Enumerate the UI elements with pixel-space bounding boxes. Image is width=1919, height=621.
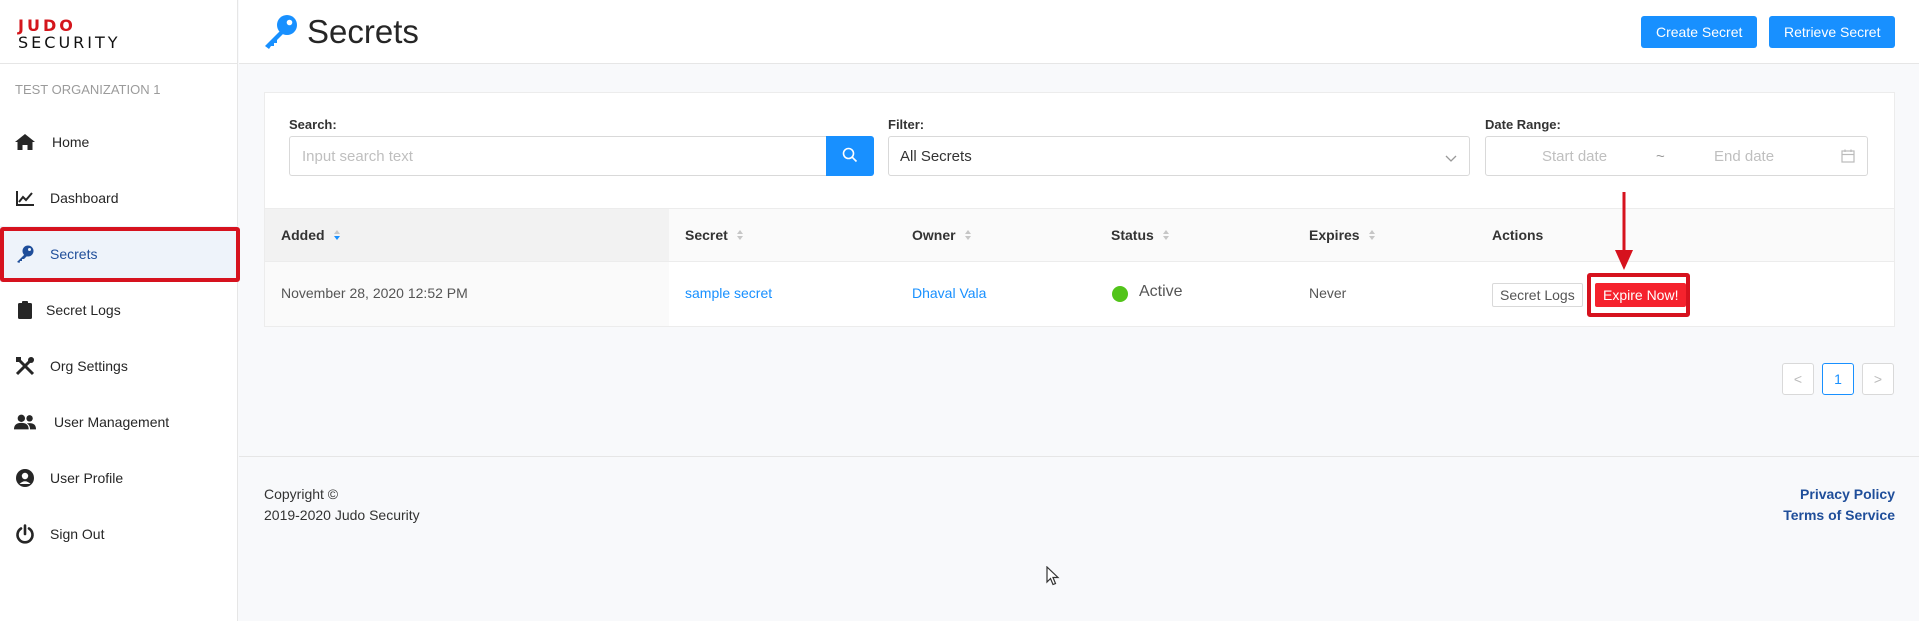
column-header-label: Actions — [1492, 227, 1544, 243]
sidebar-item-label: Org Settings — [50, 358, 128, 374]
expire-highlight-annotation — [1587, 273, 1690, 317]
key-icon — [263, 14, 299, 55]
start-date-input[interactable]: Start date — [1542, 148, 1607, 165]
copyright-text: Copyright © 2019-2020 Judo Security — [264, 484, 420, 526]
sidebar-item-user-management[interactable]: User Management — [0, 394, 238, 450]
table-header: Added Secret Owner Status Expires Action… — [265, 208, 1894, 262]
annotation-arrow-icon — [1615, 192, 1633, 270]
retrieve-secret-button[interactable]: Retrieve Secret — [1769, 16, 1896, 48]
chevron-down-icon — [1445, 151, 1457, 168]
sidebar-item-label: Home — [52, 134, 90, 150]
sidebar-item-sign-out[interactable]: Sign Out — [0, 506, 238, 562]
column-header-label: Expires — [1309, 227, 1360, 243]
chart-line-icon — [14, 187, 36, 209]
filter-label: Filter: — [888, 117, 925, 132]
sidebar-item-label: Sign Out — [50, 526, 105, 542]
status-text: Active — [1139, 283, 1183, 300]
footer-links: Privacy Policy Terms of Service — [1783, 484, 1895, 526]
sidebar-item-label: User Management — [54, 414, 170, 430]
column-header-owner[interactable]: Owner — [912, 227, 972, 243]
cell-added: November 28, 2020 12:52 PM — [281, 285, 468, 301]
copyright-line: Copyright © — [264, 486, 339, 502]
copyright-years: 2019-2020 Judo Security — [264, 507, 420, 523]
column-header-actions: Actions — [1492, 227, 1543, 243]
sidebar-item-secret-logs[interactable]: Secret Logs — [0, 282, 238, 338]
filter-select-value: All Secrets — [900, 147, 972, 165]
sidebar-item-home[interactable]: Home — [0, 114, 238, 170]
search-input[interactable] — [289, 136, 827, 176]
sidebar: JUDO SECURITY TEST ORGANIZATION 1 Home D… — [0, 0, 238, 621]
sort-icon — [964, 229, 972, 241]
sort-icon — [1368, 229, 1376, 241]
search-label: Search: — [289, 117, 337, 132]
date-range-label: Date Range: — [1485, 117, 1561, 132]
pagination-next-button[interactable]: > — [1862, 363, 1894, 395]
sidebar-item-dashboard[interactable]: Dashboard — [0, 170, 238, 226]
owner-link[interactable]: Dhaval Vala — [912, 285, 986, 301]
brand-line2: SECURITY — [18, 33, 121, 52]
org-name: TEST ORGANIZATION 1 — [15, 82, 161, 97]
column-header-added[interactable]: Added — [281, 227, 341, 243]
sidebar-item-org-settings[interactable]: Org Settings — [0, 338, 238, 394]
terms-of-service-link[interactable]: Terms of Service — [1783, 505, 1895, 526]
page-header: Secrets Create Secret Retrieve Secret — [239, 0, 1919, 64]
secret-name-link[interactable]: sample secret — [685, 285, 772, 301]
cell-expires: Never — [1309, 285, 1347, 301]
clipboard-icon — [14, 299, 36, 321]
pagination-page-1[interactable]: 1 — [1822, 363, 1854, 395]
users-icon — [14, 411, 36, 433]
sidebar-item-user-profile[interactable]: User Profile — [0, 450, 238, 506]
date-range-separator: ~ — [1656, 148, 1665, 165]
date-range-picker[interactable]: Start date ~ End date — [1485, 136, 1868, 176]
column-header-expires[interactable]: Expires — [1309, 227, 1376, 243]
sort-icon — [1162, 229, 1170, 241]
column-header-label: Added — [281, 227, 325, 243]
user-circle-icon — [14, 467, 36, 489]
pagination-prev-button[interactable]: < — [1782, 363, 1814, 395]
home-icon — [14, 131, 36, 153]
sidebar-item-label: Secret Logs — [46, 302, 121, 318]
page-title: Secrets — [307, 13, 419, 50]
secrets-highlight-annotation — [0, 227, 240, 282]
calendar-icon — [1841, 149, 1855, 167]
column-header-label: Status — [1111, 227, 1154, 243]
sidebar-item-label: Dashboard — [50, 190, 119, 206]
sort-icon — [333, 229, 341, 241]
secret-logs-button[interactable]: Secret Logs — [1492, 283, 1583, 307]
column-header-label: Secret — [685, 227, 728, 243]
tools-icon — [14, 355, 36, 377]
sort-icon — [736, 229, 744, 241]
brand-line1: JUDO — [18, 16, 76, 35]
mouse-cursor-icon — [1046, 566, 1060, 586]
search-icon — [842, 147, 858, 166]
power-icon — [14, 523, 36, 545]
sidebar-item-label: User Profile — [50, 470, 124, 486]
filter-select[interactable]: All Secrets — [888, 136, 1470, 176]
create-secret-button[interactable]: Create Secret — [1641, 16, 1758, 48]
page-footer: Copyright © 2019-2020 Judo Security Priv… — [239, 456, 1919, 621]
brand-logo[interactable]: JUDO SECURITY — [0, 0, 237, 64]
column-header-status[interactable]: Status — [1111, 227, 1170, 243]
column-header-secret[interactable]: Secret — [685, 227, 744, 243]
status-indicator-icon — [1112, 286, 1128, 302]
end-date-input[interactable]: End date — [1714, 148, 1774, 165]
column-header-label: Owner — [912, 227, 956, 243]
privacy-policy-link[interactable]: Privacy Policy — [1783, 484, 1895, 505]
search-button[interactable] — [826, 136, 874, 176]
